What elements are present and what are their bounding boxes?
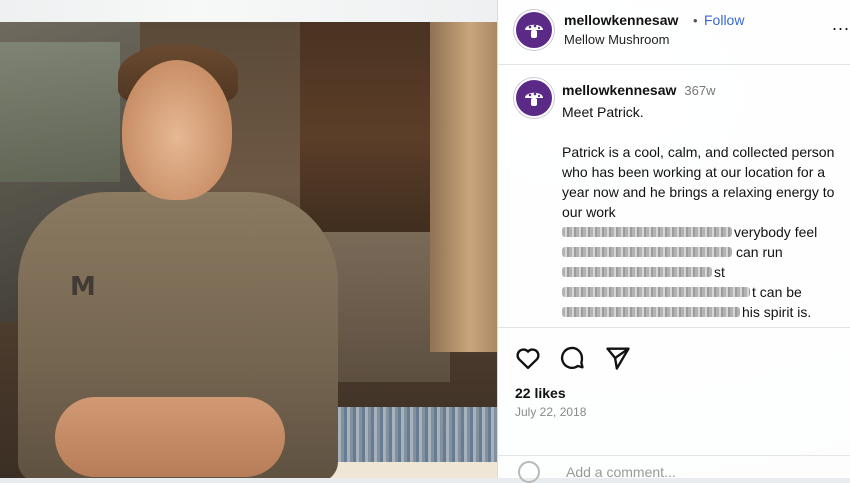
photo-person-arms bbox=[55, 397, 285, 477]
top-strip bbox=[0, 0, 497, 22]
heart-icon[interactable] bbox=[514, 344, 542, 372]
caption-partial-text: t can be bbox=[752, 284, 802, 300]
caption-partial-text: verybody feel bbox=[734, 224, 818, 240]
caption-obscured-line: can run bbox=[562, 242, 842, 262]
share-icon[interactable] bbox=[604, 344, 632, 372]
caption-obscured-line: st bbox=[562, 262, 842, 282]
account-avatar[interactable] bbox=[514, 10, 554, 50]
post-side-panel: mellowkennesaw • Follow Mellow Mushroom … bbox=[497, 0, 850, 483]
caption-partial-text: can run bbox=[736, 244, 783, 260]
more-icon[interactable]: ... bbox=[832, 14, 850, 35]
comment-row: Add a comment... bbox=[498, 455, 850, 483]
post-age[interactable]: 367w bbox=[684, 83, 715, 98]
post-header: mellowkennesaw • Follow Mellow Mushroom … bbox=[498, 0, 850, 65]
caption-obscured-line: t can be bbox=[562, 282, 842, 302]
location-label[interactable]: Mellow Mushroom bbox=[564, 32, 669, 47]
photo-window bbox=[0, 42, 120, 182]
post-caption: mellowkennesaw 367w Meet Patrick. Patrick… bbox=[562, 80, 842, 322]
header-username[interactable]: mellowkennesaw bbox=[564, 12, 678, 28]
caption-body: Patrick is a cool, calm, and collected p… bbox=[562, 144, 835, 220]
emoji-icon[interactable] bbox=[518, 461, 540, 483]
caption-username[interactable]: mellowkennesaw bbox=[562, 82, 676, 98]
actions-divider bbox=[498, 327, 850, 328]
follow-button[interactable]: Follow bbox=[704, 12, 744, 28]
photo-arch bbox=[430, 22, 497, 352]
post-date[interactable]: July 22, 2018 bbox=[515, 405, 586, 419]
mushroom-logo-icon bbox=[525, 24, 543, 38]
caption-partial-text: st bbox=[714, 264, 725, 280]
caption-partial-text: his spirit is. bbox=[742, 304, 812, 320]
separator-dot: • bbox=[693, 13, 698, 28]
mushroom-logo-icon bbox=[525, 92, 543, 106]
post-photo[interactable]: M bbox=[0, 22, 497, 478]
likes-count[interactable]: 22 likes bbox=[515, 385, 566, 401]
photo-shirt-text: M bbox=[70, 272, 97, 302]
caption-obscured-line: verybody feel bbox=[562, 222, 842, 242]
caption-avatar[interactable] bbox=[514, 78, 554, 118]
caption-obscured-line: his spirit is. bbox=[562, 302, 842, 322]
photo-person-face bbox=[122, 60, 232, 200]
caption-title: Meet Patrick. bbox=[562, 104, 644, 120]
comment-icon[interactable] bbox=[558, 344, 586, 372]
